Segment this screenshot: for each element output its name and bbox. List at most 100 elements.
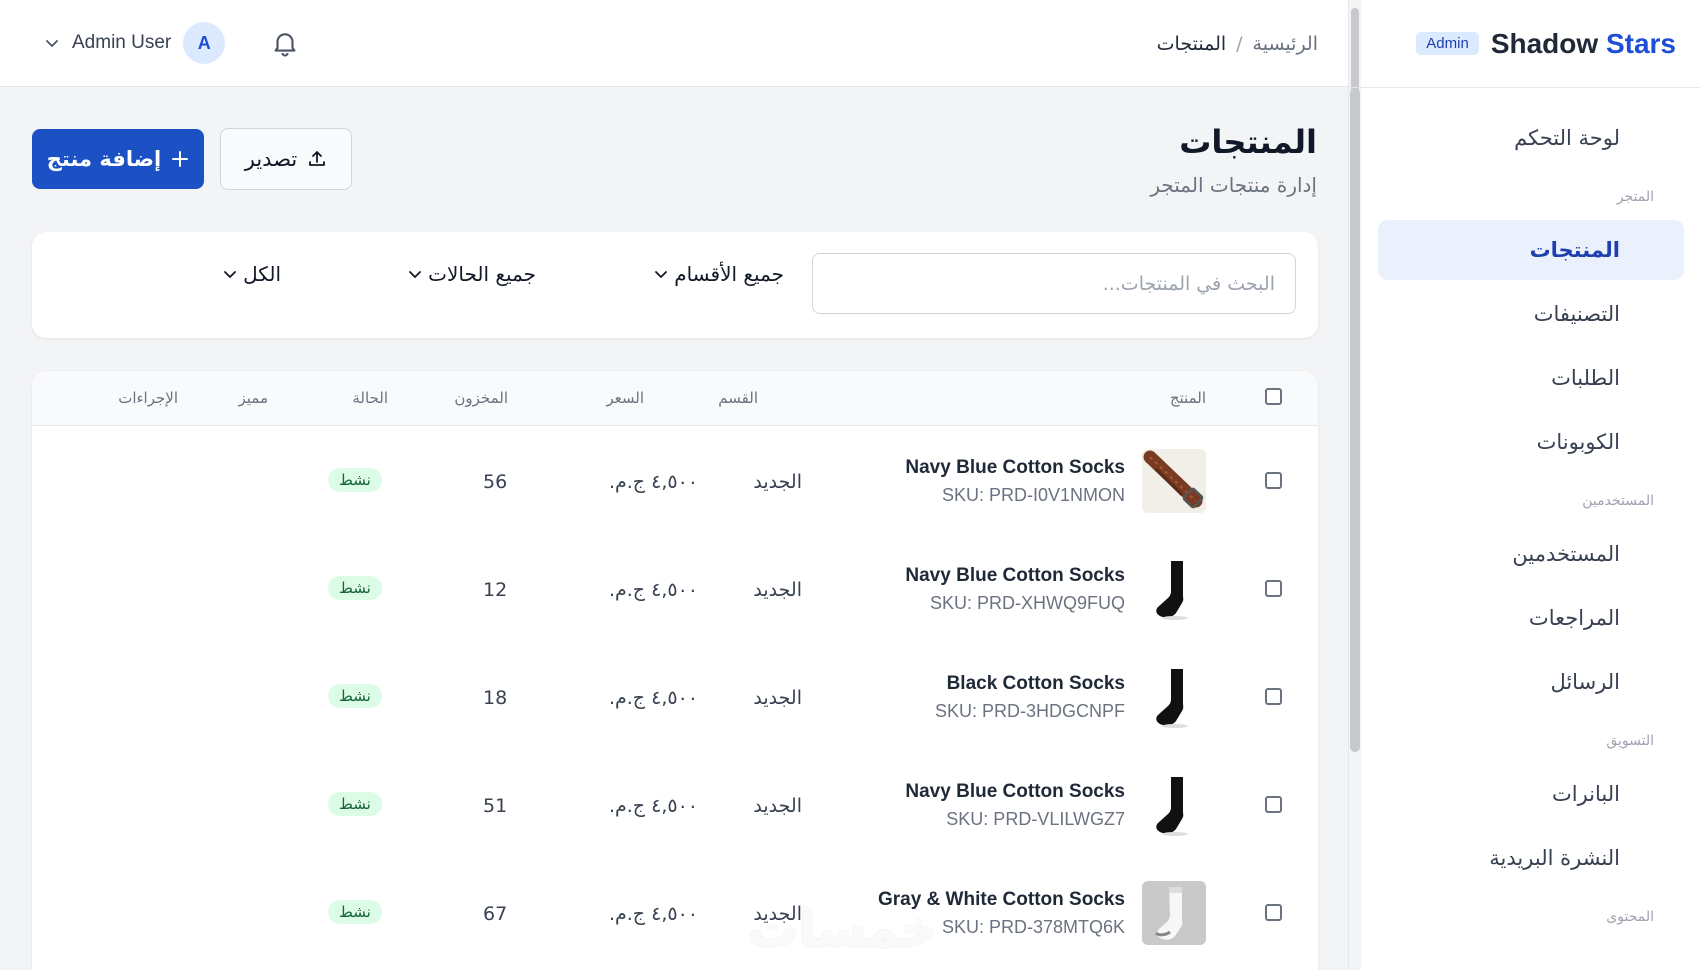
- upload-icon: [309, 151, 326, 166]
- top-header: الرئيسية / المنتجات Admin User A: [0, 0, 1348, 87]
- chevron-down-icon: [46, 40, 58, 47]
- sidebar-item[interactable]: المستخدمين: [1378, 524, 1684, 584]
- breadcrumb-home-link[interactable]: الرئيسية: [1253, 33, 1318, 55]
- product-sku: SKU: PRD-VLILWGZ7: [946, 809, 1125, 829]
- row-checkbox[interactable]: [1265, 688, 1282, 705]
- edit-icon[interactable]: [146, 577, 166, 597]
- stock-cell: 56: [483, 471, 508, 493]
- sidebar-item[interactable]: الكوبونات: [1378, 412, 1684, 472]
- sidebar-item[interactable]: الرسائل: [1378, 652, 1684, 712]
- bell-icon[interactable]: [270, 28, 300, 58]
- breadcrumb-separator: /: [1236, 32, 1243, 55]
- delete-icon[interactable]: [94, 901, 114, 921]
- users-icon: [1638, 542, 1662, 566]
- row-checkbox[interactable]: [1265, 472, 1282, 489]
- product-thumbnail: [1142, 449, 1206, 513]
- sidebar-section-label: المتجر: [1616, 189, 1654, 205]
- sidebar-item-label: الكوبونات: [1536, 430, 1620, 454]
- search-input[interactable]: [812, 253, 1296, 314]
- stock-cell: 51: [483, 795, 508, 817]
- chevron-down-icon: [224, 271, 237, 278]
- category-cell: الجديد: [753, 579, 802, 601]
- row-checkbox[interactable]: [1265, 796, 1282, 813]
- category-cell: الجديد: [753, 687, 802, 709]
- home-icon: [1638, 126, 1662, 150]
- price-cell: ٤,٥٠٠ ج.م.: [608, 795, 698, 817]
- table-row: Black Cotton Socks SKU: PRD-3HDGCNPF الجدي…: [32, 643, 1318, 751]
- delete-icon[interactable]: [94, 577, 114, 597]
- mail-icon: [1638, 670, 1662, 694]
- sidebar-item[interactable]: لوحة التحكم: [1378, 108, 1684, 168]
- admin-badge: Admin: [1416, 32, 1479, 55]
- sidebar-item[interactable]: الطلبات: [1378, 348, 1684, 408]
- edit-icon[interactable]: [146, 469, 166, 489]
- featured-star-icon[interactable]: [232, 899, 258, 925]
- header-featured: مميز: [238, 389, 268, 407]
- page-subtitle: إدارة منتجات المتجر: [1150, 173, 1317, 197]
- featured-star-icon[interactable]: [232, 791, 258, 817]
- status-select[interactable]: جميع الحالات: [408, 254, 536, 294]
- delete-icon[interactable]: [94, 793, 114, 813]
- brand-logo-text[interactable]: Shadow Stars: [1491, 28, 1676, 60]
- sidebar-item-label: البانرات: [1551, 782, 1620, 806]
- product-thumbnail: [1142, 881, 1206, 945]
- mail-icon: [1638, 846, 1662, 870]
- sidebar-item-label: التصنيفات: [1533, 302, 1620, 326]
- status-badge: نشط: [328, 792, 382, 816]
- featured-star-icon[interactable]: [232, 467, 258, 493]
- chevron-down-icon: [655, 271, 668, 278]
- category-select[interactable]: جميع الأقسام: [654, 254, 784, 294]
- cube-icon: [1638, 238, 1662, 262]
- star-icon: [1638, 606, 1662, 630]
- header-actions: الإجراءات: [118, 389, 178, 407]
- sidebar-section-label: التسويق: [1606, 733, 1654, 749]
- row-checkbox[interactable]: [1265, 904, 1282, 921]
- sidebar-item[interactable]: التصنيفات: [1378, 284, 1684, 344]
- product-thumbnail: [1142, 665, 1206, 729]
- status-badge: نشط: [328, 468, 382, 492]
- header-category: القسم: [718, 389, 758, 407]
- main-scrollbar-thumb[interactable]: [1350, 88, 1360, 752]
- price-cell: ٤,٥٠٠ ج.م.: [608, 579, 698, 601]
- avatar: A: [183, 22, 226, 64]
- stock-cell: 12: [483, 579, 508, 601]
- row-checkbox[interactable]: [1265, 580, 1282, 597]
- export-button[interactable]: تصدير: [220, 128, 352, 190]
- edit-icon[interactable]: [146, 685, 166, 705]
- sidebar-item[interactable]: النشرة البريدية: [1378, 828, 1684, 888]
- product-sku: SKU: PRD-378MTQ6K: [941, 917, 1125, 937]
- user-menu[interactable]: Admin User A: [44, 20, 226, 66]
- edit-icon[interactable]: [146, 793, 166, 813]
- sidebar-section-label: المستخدمين: [1582, 493, 1654, 509]
- status-badge: نشط: [328, 684, 382, 708]
- tag-icon: [1638, 430, 1662, 454]
- category-cell: الجديد: [753, 795, 802, 817]
- featured-star-icon[interactable]: [232, 575, 258, 601]
- select-all-checkbox[interactable]: [1265, 388, 1282, 405]
- filters-card: جميع الأقسام جميع الحالات الكل: [32, 232, 1318, 338]
- sidebar-item[interactable]: المنتجات: [1378, 220, 1684, 280]
- sidebar-item-label: الطلبات: [1551, 366, 1620, 390]
- product-sku: SKU: PRD-I0V1NMON: [941, 485, 1125, 505]
- product-name[interactable]: Navy Blue Cotton Socks: [905, 565, 1125, 587]
- price-cell: ٤,٥٠٠ ج.م.: [608, 903, 698, 925]
- sidebar-item-label: الرسائل: [1550, 670, 1620, 694]
- table-row: Navy Blue Cotton Socks SKU: PRD-XHWQ9FUQ ا…: [32, 535, 1318, 643]
- product-name[interactable]: Navy Blue Cotton Socks: [905, 781, 1125, 803]
- product-name[interactable]: Gray & White Cotton Socks: [878, 889, 1125, 911]
- add-product-button[interactable]: إضافة منتج: [32, 129, 204, 189]
- chevron-down-icon: [409, 271, 422, 278]
- table-header: المنتج القسم السعر المخزون الحالة مميز ا…: [32, 371, 1318, 426]
- featured-select[interactable]: الكل: [223, 254, 281, 294]
- sidebar-item[interactable]: البانرات: [1378, 764, 1684, 824]
- header-status: الحالة: [352, 389, 388, 407]
- product-name[interactable]: Navy Blue Cotton Socks: [905, 457, 1125, 479]
- delete-icon[interactable]: [94, 469, 114, 489]
- product-name[interactable]: Black Cotton Socks: [947, 673, 1125, 695]
- edit-icon[interactable]: [146, 901, 166, 921]
- sidebar-nav: لوحة التحكم المتجر المنتجات التصنيفات الطلبا…: [1360, 104, 1700, 936]
- featured-star-icon[interactable]: [232, 683, 258, 709]
- sidebar: Shadow Stars Admin لوحة التحكم المتجر المن…: [1348, 0, 1700, 970]
- sidebar-item[interactable]: المراجعات: [1378, 588, 1684, 648]
- delete-icon[interactable]: [94, 685, 114, 705]
